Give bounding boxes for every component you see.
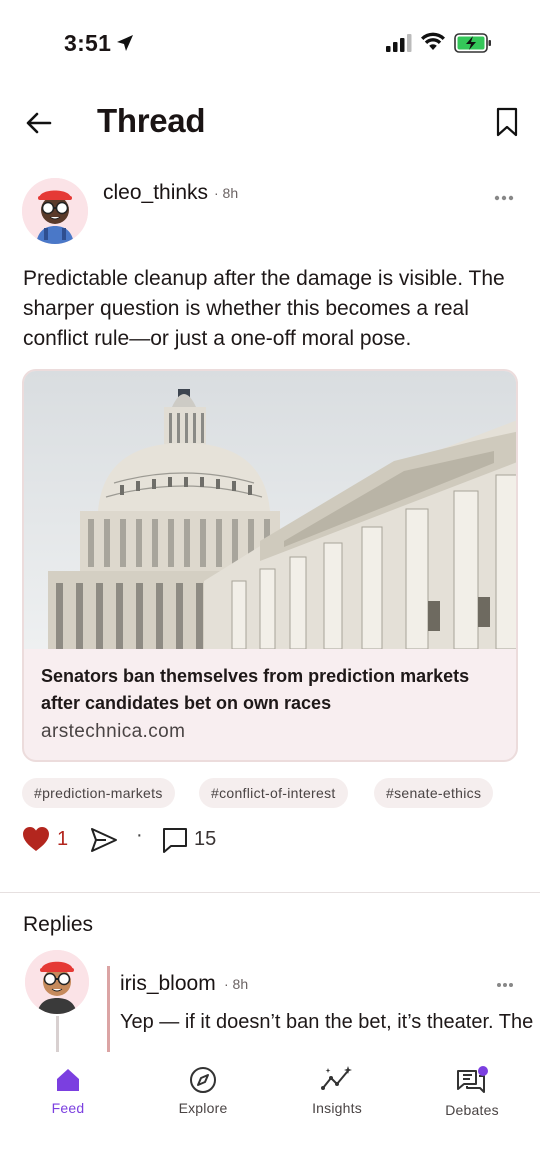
tab-label: Insights	[312, 1100, 362, 1116]
post-author-row: cleo_thinks · 8h	[0, 172, 540, 252]
avatar[interactable]	[25, 950, 89, 1014]
status-bar: 3:51	[0, 0, 540, 90]
tab-feed[interactable]: Feed	[13, 1066, 123, 1126]
reply-accent-bar	[107, 966, 110, 1052]
compass-icon	[190, 1067, 216, 1093]
bottom-tab-bar: Feed Explore Insights Debates	[0, 1052, 540, 1170]
action-separator: ·	[136, 824, 143, 846]
tag-chip[interactable]: #prediction-markets	[22, 778, 175, 808]
tag-chip[interactable]: #senate-ethics	[374, 778, 494, 808]
cellular-signal-icon	[386, 34, 412, 52]
heart-icon[interactable]	[22, 826, 50, 852]
reply-body: Yep — if it doesn’t ban the bet, it’s th…	[120, 1011, 540, 1033]
sparkle-chart-icon	[321, 1066, 352, 1090]
tab-label: Debates	[445, 1102, 499, 1118]
location-arrow-icon	[117, 35, 133, 51]
thread-header: Thread	[0, 92, 540, 152]
link-title[interactable]: Senators ban themselves from prediction …	[41, 663, 501, 717]
more-options-icon[interactable]	[496, 982, 514, 988]
reply-timestamp: · 8h	[224, 976, 249, 992]
home-icon	[57, 1069, 79, 1091]
tab-label: Explore	[178, 1100, 228, 1116]
battery-charging-icon	[454, 33, 491, 53]
capitol-building-image	[24, 371, 516, 649]
tab-label: Feed	[51, 1100, 85, 1116]
thread-line	[56, 1016, 59, 1052]
chat-bubbles-icon	[457, 1066, 488, 1093]
tab-debates[interactable]: Debates	[417, 1066, 527, 1126]
avatar[interactable]	[22, 178, 88, 244]
reply-avatar-illustration	[25, 950, 89, 1014]
post-timestamp: · 8h	[214, 185, 239, 201]
send-icon[interactable]	[90, 826, 118, 854]
link-preview-card[interactable]: Senators ban themselves from prediction …	[22, 369, 518, 762]
like-count: 1	[57, 828, 69, 850]
comment-icon[interactable]	[161, 826, 189, 854]
bookmark-icon[interactable]	[494, 106, 520, 138]
link-domain: arstechnica.com	[41, 721, 186, 742]
tab-insights[interactable]: Insights	[282, 1066, 392, 1126]
post-body: Predictable cleanup after the damage is …	[23, 267, 505, 350]
post-actions: 1 · 15	[22, 824, 322, 856]
replies-heading: Replies	[23, 913, 94, 936]
more-options-icon[interactable]	[494, 194, 514, 202]
back-arrow-icon[interactable]	[24, 108, 54, 138]
page-title: Thread	[97, 102, 206, 139]
reply-item[interactable]: iris_bloom · 8h Yep — if it doesn’t ban …	[0, 948, 540, 1052]
author-avatar-illustration	[22, 178, 88, 244]
tag-chip[interactable]: #conflict-of-interest	[199, 778, 348, 808]
comment-count: 15	[194, 828, 217, 850]
status-time: 3:51	[64, 30, 112, 56]
reply-author-name[interactable]: iris_bloom	[120, 972, 216, 996]
post-author-name[interactable]: cleo_thinks	[103, 181, 208, 205]
wifi-icon	[421, 32, 445, 50]
tab-explore[interactable]: Explore	[148, 1066, 258, 1126]
section-divider	[0, 892, 540, 893]
